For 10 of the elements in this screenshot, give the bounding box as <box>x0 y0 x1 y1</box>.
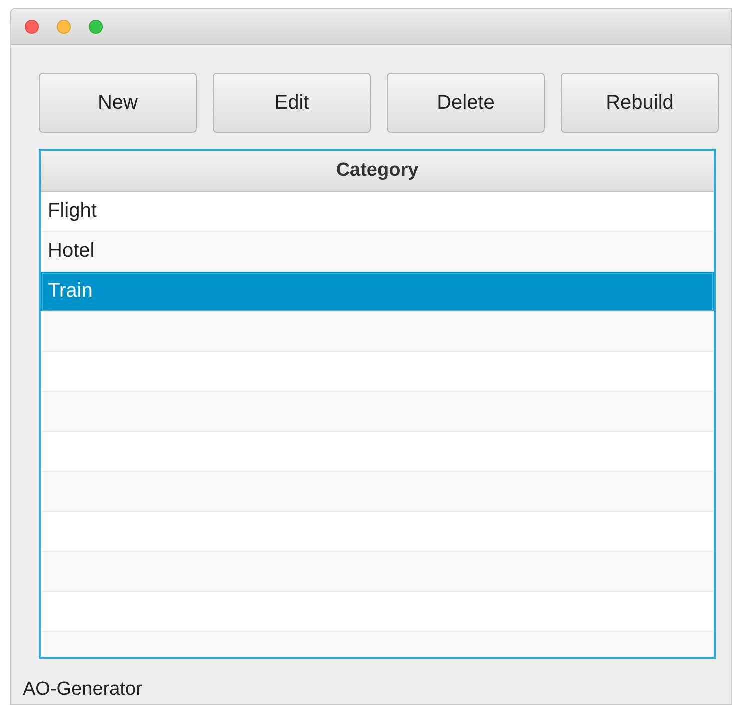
status-text: AO-Generator <box>23 679 144 701</box>
toolbar-button[interactable]: Delete <box>387 73 545 133</box>
close-button[interactable] <box>25 20 39 34</box>
column-header[interactable]: Category <box>41 151 714 192</box>
toolbar-button[interactable]: New <box>39 73 197 133</box>
toolbar-button[interactable]: Rebuild <box>561 73 719 133</box>
table-row[interactable]: Hotel <box>41 232 714 272</box>
minimize-button[interactable] <box>57 20 71 34</box>
zoom-button[interactable] <box>89 20 103 34</box>
toolbar-button[interactable]: Edit <box>213 73 371 133</box>
